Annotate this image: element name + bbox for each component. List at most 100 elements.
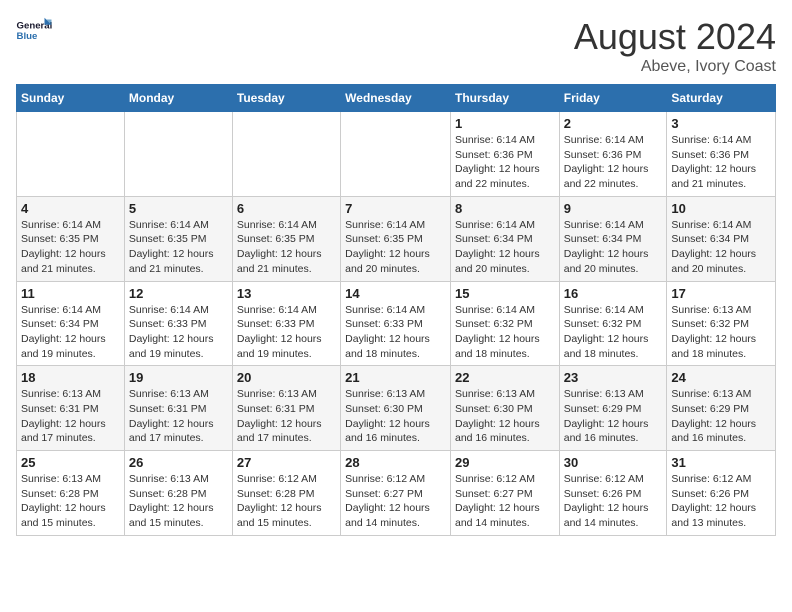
day-header-sunday: Sunday xyxy=(17,85,125,112)
day-number: 25 xyxy=(21,455,120,470)
day-info: Sunrise: 6:14 AM Sunset: 6:34 PM Dayligh… xyxy=(455,218,555,277)
day-number: 11 xyxy=(21,286,120,301)
day-header-wednesday: Wednesday xyxy=(341,85,451,112)
day-cell: 22 Sunrise: 6:13 AM Sunset: 6:30 PM Dayli… xyxy=(450,366,559,451)
day-info: Sunrise: 6:14 AM Sunset: 6:33 PM Dayligh… xyxy=(237,303,336,362)
day-number: 1 xyxy=(455,116,555,131)
day-cell: 27Sunrise: 6:12 AM Sunset: 6:28 PM Dayli… xyxy=(232,451,340,536)
day-number: 31 xyxy=(671,455,771,470)
day-number: 26 xyxy=(129,455,228,470)
day-info: Sunrise: 6:14 AM Sunset: 6:34 PM Dayligh… xyxy=(21,303,120,362)
day-cell: 31 Sunrise: 6:12 AM Sunset: 6:26 PM Dayli… xyxy=(667,451,776,536)
day-info: Sunrise: 6:12 AM Sunset: 6:26 PM Dayligh… xyxy=(564,472,663,531)
day-info: Sunrise: 6:14 AM Sunset: 6:36 PM Dayligh… xyxy=(455,133,555,192)
day-info: Sunrise: 6:14 AM Sunset: 6:35 PM Dayligh… xyxy=(237,218,336,277)
day-cell: 21 Sunrise: 6:13 AM Sunset: 6:30 PM Dayli… xyxy=(341,366,451,451)
day-cell: 3Sunrise: 6:14 AM Sunset: 6:36 PM Daylig… xyxy=(667,112,776,197)
day-cell xyxy=(341,112,451,197)
day-number: 30 xyxy=(564,455,663,470)
day-number: 5 xyxy=(129,201,228,216)
day-info: Sunrise: 6:14 AM Sunset: 6:35 PM Dayligh… xyxy=(129,218,228,277)
week-row-4: 18Sunrise: 6:13 AM Sunset: 6:31 PM Dayli… xyxy=(17,366,776,451)
day-header-saturday: Saturday xyxy=(667,85,776,112)
day-number: 13 xyxy=(237,286,336,301)
day-cell: 15 Sunrise: 6:14 AM Sunset: 6:32 PM Dayli… xyxy=(450,281,559,366)
day-cell: 20 Sunrise: 6:13 AM Sunset: 6:31 PM Dayli… xyxy=(232,366,340,451)
day-cell: 1 Sunrise: 6:14 AM Sunset: 6:36 PM Daylig… xyxy=(450,112,559,197)
day-info: Sunrise: 6:14 AM Sunset: 6:34 PM Dayligh… xyxy=(564,218,663,277)
day-cell: 7 Sunrise: 6:14 AM Sunset: 6:35 PM Daylig… xyxy=(341,196,451,281)
week-row-3: 11 Sunrise: 6:14 AM Sunset: 6:34 PM Dayli… xyxy=(17,281,776,366)
page-header: General Blue August 2024 Abeve, Ivory Co… xyxy=(16,16,776,76)
day-cell: 5 Sunrise: 6:14 AM Sunset: 6:35 PM Daylig… xyxy=(124,196,232,281)
day-info: Sunrise: 6:13 AM Sunset: 6:31 PM Dayligh… xyxy=(237,387,336,446)
day-number: 17 xyxy=(671,286,771,301)
day-cell: 4 Sunrise: 6:14 AM Sunset: 6:35 PM Daylig… xyxy=(17,196,125,281)
day-info: Sunrise: 6:12 AM Sunset: 6:27 PM Dayligh… xyxy=(345,472,446,531)
day-cell: 26Sunrise: 6:13 AM Sunset: 6:28 PM Dayli… xyxy=(124,451,232,536)
logo: General Blue xyxy=(16,16,52,44)
day-info: Sunrise: 6:12 AM Sunset: 6:26 PM Dayligh… xyxy=(671,472,771,531)
day-cell: 17 Sunrise: 6:13 AM Sunset: 6:32 PM Dayli… xyxy=(667,281,776,366)
day-cell: 30 Sunrise: 6:12 AM Sunset: 6:26 PM Dayli… xyxy=(559,451,667,536)
day-cell: 29Sunrise: 6:12 AM Sunset: 6:27 PM Dayli… xyxy=(450,451,559,536)
day-header-thursday: Thursday xyxy=(450,85,559,112)
location: Abeve, Ivory Coast xyxy=(574,58,776,76)
day-number: 23 xyxy=(564,370,663,385)
day-cell: 11 Sunrise: 6:14 AM Sunset: 6:34 PM Dayli… xyxy=(17,281,125,366)
day-number: 8 xyxy=(455,201,555,216)
calendar-table: SundayMondayTuesdayWednesdayThursdayFrid… xyxy=(16,84,776,536)
day-header-monday: Monday xyxy=(124,85,232,112)
day-cell: 16Sunrise: 6:14 AM Sunset: 6:32 PM Dayli… xyxy=(559,281,667,366)
day-info: Sunrise: 6:12 AM Sunset: 6:28 PM Dayligh… xyxy=(237,472,336,531)
day-number: 29 xyxy=(455,455,555,470)
day-info: Sunrise: 6:13 AM Sunset: 6:31 PM Dayligh… xyxy=(129,387,228,446)
day-number: 4 xyxy=(21,201,120,216)
day-number: 16 xyxy=(564,286,663,301)
day-number: 20 xyxy=(237,370,336,385)
day-number: 2 xyxy=(564,116,663,131)
calendar-header-row: SundayMondayTuesdayWednesdayThursdayFrid… xyxy=(17,85,776,112)
day-cell xyxy=(124,112,232,197)
day-cell: 2Sunrise: 6:14 AM Sunset: 6:36 PM Daylig… xyxy=(559,112,667,197)
day-cell: 28 Sunrise: 6:12 AM Sunset: 6:27 PM Dayli… xyxy=(341,451,451,536)
day-number: 19 xyxy=(129,370,228,385)
day-number: 21 xyxy=(345,370,446,385)
day-info: Sunrise: 6:13 AM Sunset: 6:30 PM Dayligh… xyxy=(455,387,555,446)
day-number: 7 xyxy=(345,201,446,216)
day-number: 22 xyxy=(455,370,555,385)
day-info: Sunrise: 6:14 AM Sunset: 6:32 PM Dayligh… xyxy=(455,303,555,362)
day-info: Sunrise: 6:13 AM Sunset: 6:31 PM Dayligh… xyxy=(21,387,120,446)
svg-text:Blue: Blue xyxy=(17,31,38,42)
title-block: August 2024 Abeve, Ivory Coast xyxy=(574,16,776,76)
day-info: Sunrise: 6:13 AM Sunset: 6:29 PM Dayligh… xyxy=(564,387,663,446)
day-header-tuesday: Tuesday xyxy=(232,85,340,112)
day-info: Sunrise: 6:14 AM Sunset: 6:35 PM Dayligh… xyxy=(345,218,446,277)
day-number: 10 xyxy=(671,201,771,216)
day-number: 24 xyxy=(671,370,771,385)
day-info: Sunrise: 6:14 AM Sunset: 6:34 PM Dayligh… xyxy=(671,218,771,277)
day-cell: 25Sunrise: 6:13 AM Sunset: 6:28 PM Dayli… xyxy=(17,451,125,536)
day-cell: 23 Sunrise: 6:13 AM Sunset: 6:29 PM Dayli… xyxy=(559,366,667,451)
day-cell: 8 Sunrise: 6:14 AM Sunset: 6:34 PM Daylig… xyxy=(450,196,559,281)
month-year: August 2024 xyxy=(574,16,776,58)
day-info: Sunrise: 6:13 AM Sunset: 6:30 PM Dayligh… xyxy=(345,387,446,446)
day-info: Sunrise: 6:13 AM Sunset: 6:32 PM Dayligh… xyxy=(671,303,771,362)
day-number: 14 xyxy=(345,286,446,301)
day-number: 9 xyxy=(564,201,663,216)
week-row-1: 1 Sunrise: 6:14 AM Sunset: 6:36 PM Daylig… xyxy=(17,112,776,197)
day-cell: 14 Sunrise: 6:14 AM Sunset: 6:33 PM Dayli… xyxy=(341,281,451,366)
day-cell: 9 Sunrise: 6:14 AM Sunset: 6:34 PM Daylig… xyxy=(559,196,667,281)
day-info: Sunrise: 6:14 AM Sunset: 6:33 PM Dayligh… xyxy=(345,303,446,362)
day-info: Sunrise: 6:14 AM Sunset: 6:35 PM Dayligh… xyxy=(21,218,120,277)
day-cell: 19 Sunrise: 6:13 AM Sunset: 6:31 PM Dayli… xyxy=(124,366,232,451)
day-number: 28 xyxy=(345,455,446,470)
day-info: Sunrise: 6:14 AM Sunset: 6:36 PM Dayligh… xyxy=(671,133,771,192)
calendar-body: 1 Sunrise: 6:14 AM Sunset: 6:36 PM Daylig… xyxy=(17,112,776,536)
logo-icon: General Blue xyxy=(16,16,52,44)
day-number: 15 xyxy=(455,286,555,301)
day-cell: 24Sunrise: 6:13 AM Sunset: 6:29 PM Dayli… xyxy=(667,366,776,451)
day-cell xyxy=(17,112,125,197)
day-cell: 10 Sunrise: 6:14 AM Sunset: 6:34 PM Dayli… xyxy=(667,196,776,281)
day-number: 12 xyxy=(129,286,228,301)
